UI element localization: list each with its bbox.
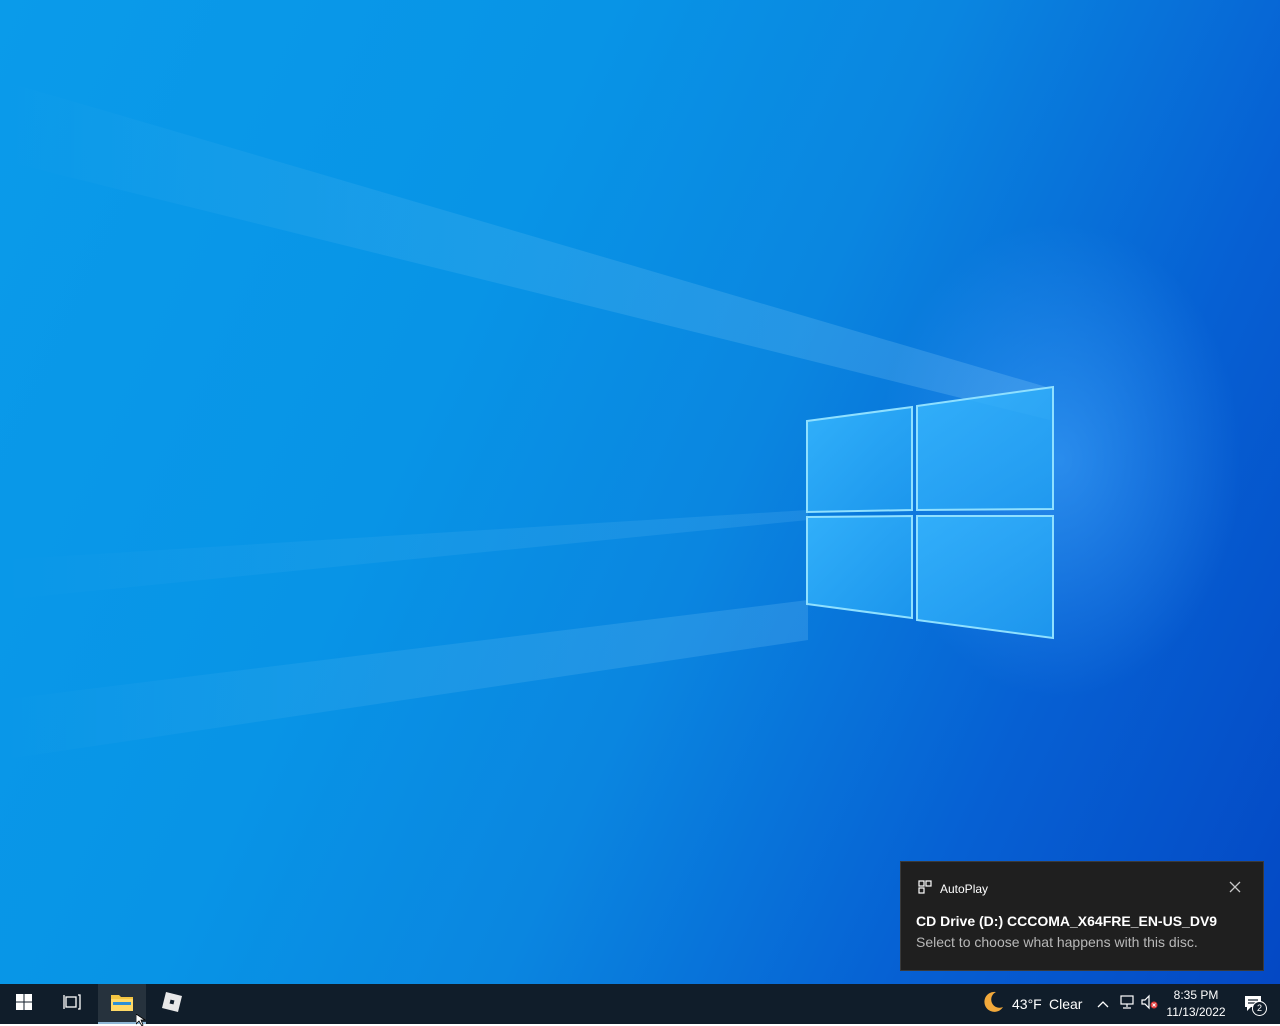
mouse-cursor [136, 1014, 146, 1026]
clock-time: 8:35 PM [1173, 988, 1219, 1002]
windows-start-icon [16, 993, 32, 1015]
weather-widget[interactable] [978, 984, 1008, 1024]
notification-count: 2 [1252, 1001, 1267, 1016]
action-center-button[interactable]: 2 [1234, 984, 1274, 1024]
notification-header: AutoPlay [918, 880, 988, 897]
start-button[interactable] [0, 984, 48, 1024]
task-view-button[interactable] [48, 984, 96, 1024]
network-button[interactable] [1116, 984, 1138, 1024]
autoplay-icon [918, 880, 932, 897]
desktop-wallpaper [0, 0, 1280, 984]
notification-app-name: AutoPlay [940, 881, 989, 896]
notification-icon: 2 [1243, 994, 1267, 1016]
moon-icon [981, 990, 1005, 1019]
volume-button[interactable] [1138, 984, 1160, 1024]
autoplay-notification[interactable]: AutoPlay CD Drive (D:) CCCOMA_X64FRE_EN-… [900, 861, 1264, 971]
task-view-icon [63, 993, 81, 1015]
volume-muted-icon [1140, 994, 1158, 1015]
weather-condition[interactable]: Clear [1049, 984, 1082, 1024]
taskbar-clock[interactable]: 8:35 PM 11/13/2022 [1160, 984, 1232, 1024]
network-icon [1118, 994, 1136, 1015]
notification-title: CD Drive (D:) CCCOMA_X64FRE_EN-US_DV9 [916, 913, 1218, 929]
file-explorer-icon [110, 992, 134, 1017]
weather-temperature[interactable]: 43°F [1012, 984, 1042, 1024]
notification-body: Select to choose what happens with this … [916, 934, 1198, 950]
taskbar: 43°F Clear 8:35 PM 11/13/2022 2 [0, 984, 1280, 1024]
taskbar-roblox[interactable] [148, 984, 196, 1024]
clock-date: 11/13/2022 [1166, 1005, 1226, 1019]
show-hidden-icons-button[interactable] [1092, 984, 1114, 1024]
chevron-up-icon [1097, 995, 1109, 1013]
close-icon[interactable] [1227, 879, 1243, 895]
windows-logo-wallpaper [806, 385, 1054, 640]
roblox-icon [161, 991, 183, 1018]
